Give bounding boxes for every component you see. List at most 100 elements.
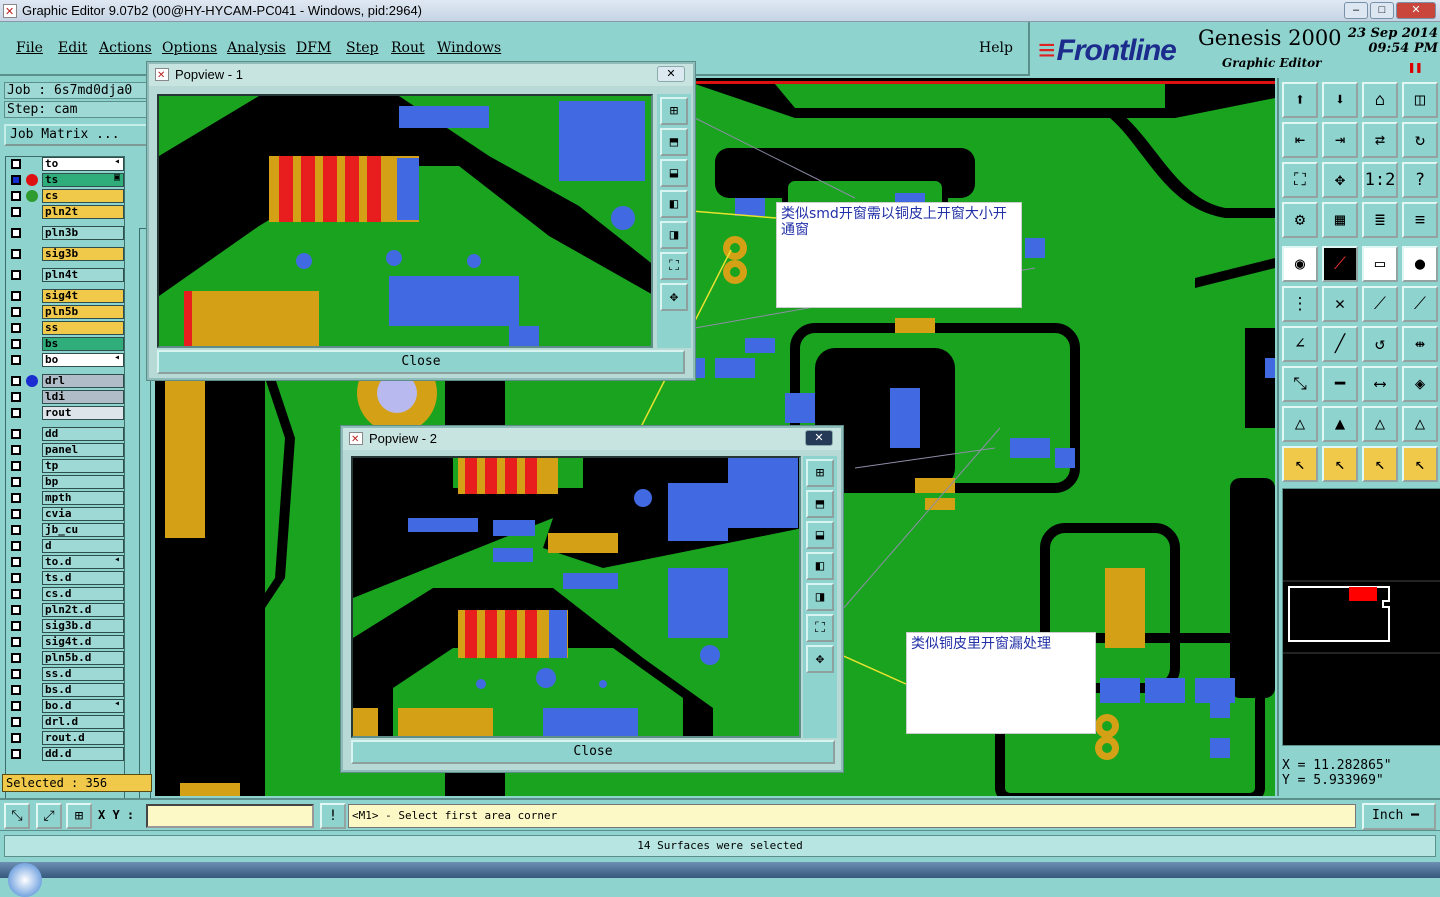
maximize-button[interactable]: □ — [1370, 2, 1394, 19]
job-matrix-button[interactable]: Job Matrix ... — [4, 124, 148, 146]
warning-icon[interactable]: ! — [320, 803, 346, 829]
add-round-icon[interactable]: ● — [1402, 246, 1438, 282]
pointer-multi-icon[interactable]: ↖ — [1402, 446, 1438, 482]
layer-checkbox[interactable] — [11, 249, 21, 259]
layer-row[interactable]: ts.d — [8, 571, 124, 585]
start-button[interactable] — [8, 863, 42, 897]
layer-name[interactable]: pln2t — [42, 205, 124, 219]
zoom-fit-icon[interactable]: ⛶ — [1282, 162, 1318, 198]
zoom-out-icon[interactable]: ✥ — [660, 283, 688, 311]
layer-checkbox[interactable] — [11, 605, 21, 615]
popview-1-canvas[interactable] — [157, 94, 653, 348]
layer-row[interactable]: cs.d — [8, 587, 124, 601]
layer-checkbox[interactable] — [11, 477, 21, 487]
pointer-circle-icon[interactable]: ↖ — [1362, 446, 1398, 482]
layer-row[interactable]: drl.d — [8, 715, 124, 729]
pause-icon[interactable]: ❚❚ — [1408, 60, 1422, 74]
popview-2-canvas[interactable] — [351, 456, 801, 738]
overview-minimap[interactable] — [1282, 488, 1440, 746]
grid-snap-icon[interactable]: ⊞ — [66, 803, 92, 829]
layer-row[interactable]: tp — [8, 459, 124, 473]
layer-row[interactable]: sig3b — [8, 247, 124, 261]
pan-down-icon[interactable]: ⬓ — [806, 521, 834, 549]
layer-name[interactable]: cs — [42, 189, 124, 203]
layer-checkbox[interactable] — [11, 541, 21, 551]
minimize-button[interactable]: – — [1344, 2, 1368, 19]
layer-checkbox[interactable] — [11, 270, 21, 280]
layer-name[interactable]: rout.d — [42, 731, 124, 745]
layer-row[interactable]: d — [8, 539, 124, 553]
layer-checkbox[interactable] — [11, 445, 21, 455]
unit-selector[interactable]: Inch ━ — [1362, 803, 1436, 830]
zoom-area-icon[interactable]: ✥ — [1322, 162, 1358, 198]
move-icon[interactable]: ⤡ — [1282, 366, 1318, 402]
layer-checkbox[interactable] — [11, 573, 21, 583]
menu-windows[interactable]: Windows — [437, 40, 501, 56]
layer-checkbox[interactable] — [11, 557, 21, 567]
layer-name[interactable]: to.d — [42, 555, 124, 569]
layer-checkbox[interactable] — [11, 429, 21, 439]
menu-dfm[interactable]: DFM — [296, 40, 331, 56]
dash-icon[interactable]: ━ — [1322, 366, 1358, 402]
pointer-icon[interactable]: ↖ — [1282, 446, 1318, 482]
layer-row[interactable]: panel — [8, 443, 124, 457]
zoom-out-icon[interactable]: ✥ — [806, 645, 834, 673]
grid-icon[interactable]: ▦ — [1322, 202, 1358, 238]
pan-up-icon[interactable]: ⬒ — [660, 128, 688, 156]
layer-name[interactable]: bp — [42, 475, 124, 489]
layer-row[interactable]: bo.d ◂ — [8, 698, 124, 713]
layer-row[interactable]: bp — [8, 475, 124, 489]
layer-row[interactable]: drl — [8, 374, 124, 388]
layer-row[interactable]: rout.d — [8, 731, 124, 745]
layer-row[interactable]: sig4t — [8, 289, 124, 303]
triangle-bold-icon[interactable]: △ — [1362, 406, 1398, 442]
layer-row[interactable]: mpth — [8, 491, 124, 505]
layer-checkbox[interactable] — [11, 291, 21, 301]
layer-checkbox[interactable] — [11, 717, 21, 727]
layer-checkbox[interactable] — [11, 749, 21, 759]
layer-name[interactable]: ss — [42, 321, 124, 335]
scale-icon[interactable]: 1:2 — [1362, 162, 1398, 198]
tools-icon[interactable]: ⚙ — [1282, 202, 1318, 238]
layer-row[interactable]: cvia — [8, 507, 124, 521]
ruler-icon[interactable]: ▭ — [1362, 246, 1398, 282]
layer-checkbox[interactable] — [11, 701, 21, 711]
menu-file[interactable]: File — [16, 40, 43, 56]
redraw-icon[interactable]: ↻ — [1402, 122, 1438, 158]
window-icon[interactable]: ◫ — [1402, 82, 1438, 118]
line-icon[interactable]: ╱ — [1322, 326, 1358, 362]
layer-name[interactable]: to — [42, 157, 124, 171]
pan-up-icon[interactable]: ⬒ — [806, 490, 834, 518]
layer-row[interactable]: pln5b.d — [8, 651, 124, 665]
layer-row[interactable]: dd — [8, 427, 124, 441]
home-down-icon[interactable]: ⬇ — [1322, 82, 1358, 118]
layer-checkbox[interactable] — [11, 685, 21, 695]
zoom-fit-icon[interactable]: ⊞ — [806, 459, 834, 487]
layer-row[interactable]: cs — [8, 189, 124, 203]
layer-name[interactable]: ts.d — [42, 571, 124, 585]
zoom-in-icon[interactable]: ⛶ — [806, 614, 834, 642]
layer-name[interactable]: mpth — [42, 491, 124, 505]
pan-left-icon[interactable]: ◧ — [806, 552, 834, 580]
layer-name[interactable]: jb_cu — [42, 523, 124, 537]
pan-left-icon[interactable]: ◧ — [660, 190, 688, 218]
zoom-in-icon[interactable]: ⛶ — [660, 252, 688, 280]
layer-row[interactable]: pln4t — [8, 268, 124, 282]
layer-name[interactable]: pln5b.d — [42, 651, 124, 665]
layer-name[interactable]: rout — [42, 406, 124, 420]
popview-1-close-button[interactable]: Close — [157, 350, 685, 374]
layer-checkbox[interactable] — [11, 653, 21, 663]
menu-actions[interactable]: Actions — [99, 40, 152, 56]
layer-checkbox[interactable] — [11, 733, 21, 743]
layer-name[interactable]: drl — [42, 374, 124, 388]
xy-input[interactable] — [146, 804, 314, 828]
layer-checkbox[interactable] — [11, 376, 21, 386]
layer-row[interactable]: ss — [8, 321, 124, 335]
layer-checkbox[interactable] — [11, 637, 21, 647]
layer-row[interactable]: pln5b — [8, 305, 124, 319]
layer-checkbox[interactable] — [11, 228, 21, 238]
triangle-icon[interactable]: △ — [1282, 406, 1318, 442]
add-pad-icon[interactable]: ◉ — [1282, 246, 1318, 282]
layer-checkbox[interactable] — [11, 339, 21, 349]
segment-alt-icon[interactable]: ⟋ — [1402, 286, 1438, 322]
